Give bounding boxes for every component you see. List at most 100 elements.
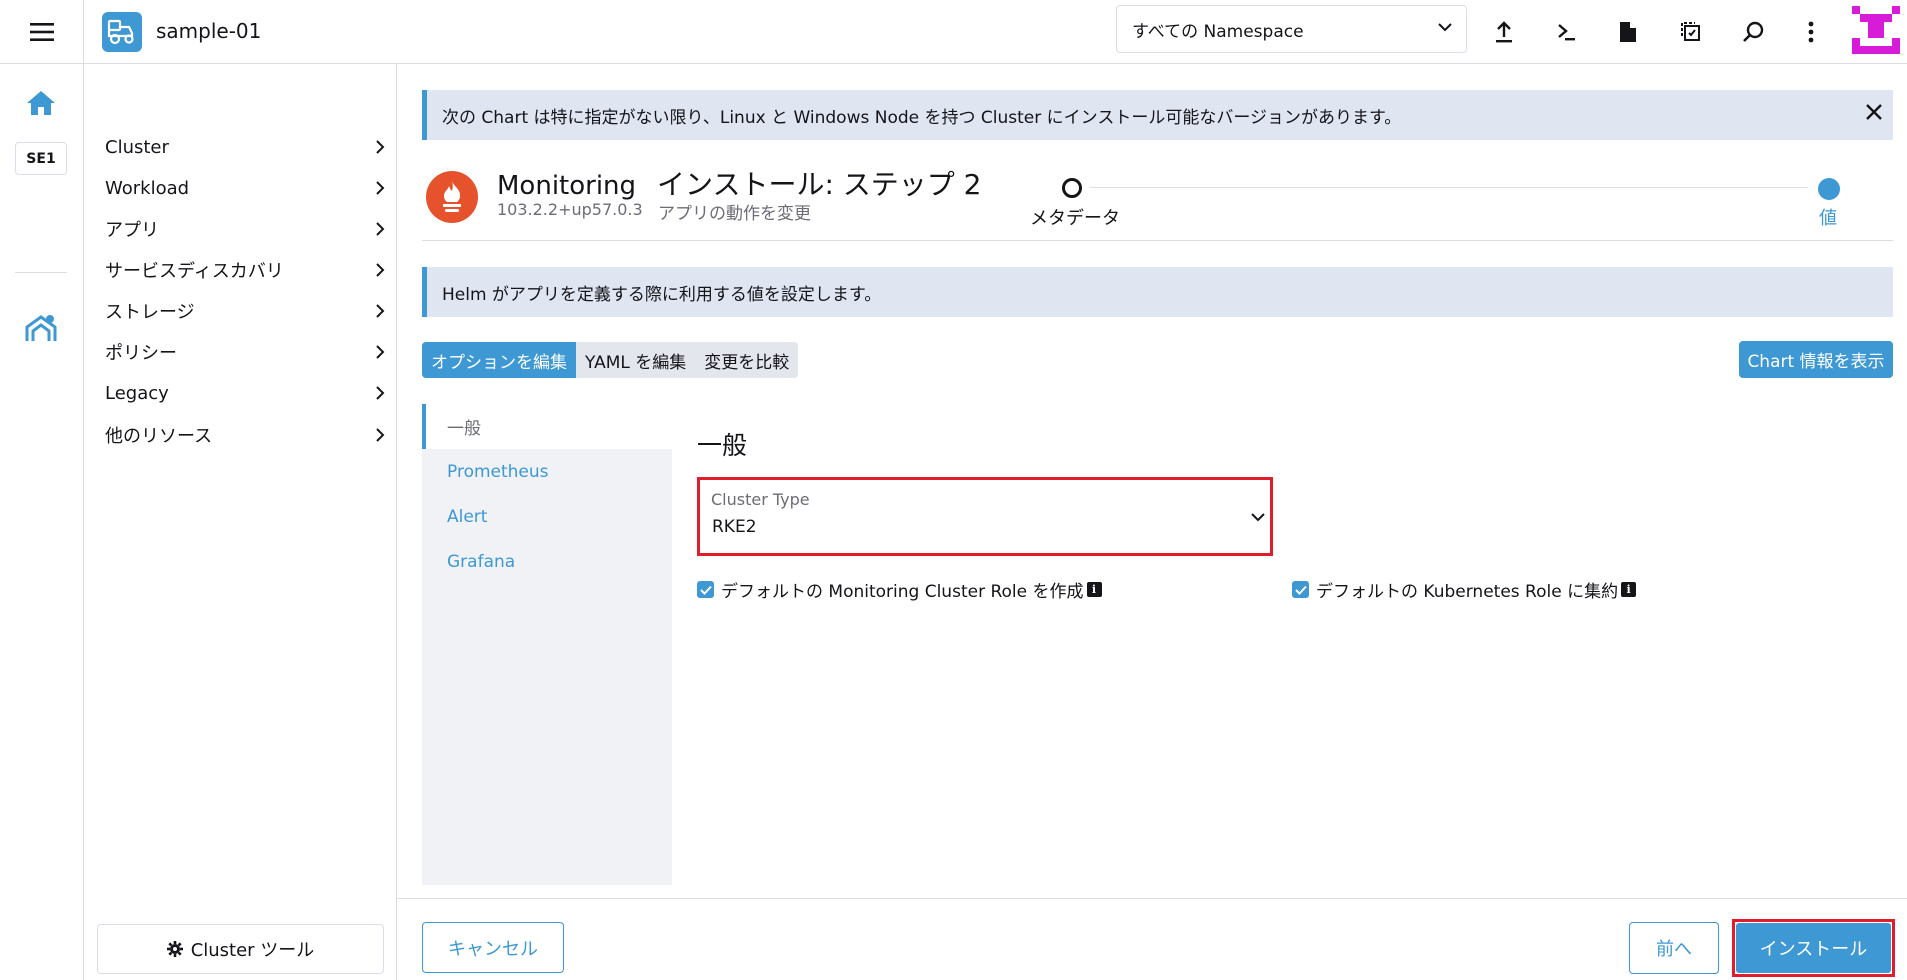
footer-divider: [397, 898, 1907, 899]
user-avatar[interactable]: [1852, 6, 1900, 54]
namespace-select[interactable]: すべての Namespace: [1116, 5, 1467, 53]
cluster-tools-label: Cluster ツール: [190, 940, 315, 961]
chart-version: 103.2.2+up57.0.3: [497, 200, 643, 219]
identicon-avatar-icon: [1852, 6, 1900, 54]
install-button[interactable]: インストール: [1736, 923, 1891, 973]
chevron-right-icon: [376, 428, 385, 442]
download-kubeconfig-button[interactable]: [1608, 12, 1648, 52]
kebab-menu-icon: [1808, 21, 1814, 43]
kubectl-shell-button[interactable]: [1546, 12, 1586, 52]
cluster-name: sample-01: [156, 19, 262, 43]
banner-text: 次の Chart は特に指定がない限り、Linux と Windows Node…: [442, 107, 1402, 128]
chevron-right-icon: [376, 181, 385, 195]
nav-item-more-resources[interactable]: 他のリソース: [105, 418, 385, 452]
vtab-alert[interactable]: Alert: [422, 494, 672, 539]
checkbox-label: デフォルトの Kubernetes Role に集約: [1316, 582, 1619, 602]
nav-item-workload[interactable]: Workload: [105, 171, 385, 205]
terminal-icon: [1558, 24, 1575, 41]
chevron-right-icon: [376, 222, 385, 236]
info-text: Helm がアプリを定義する際に利用する値を設定します。: [442, 284, 882, 305]
cluster-type-value: RKE2: [712, 517, 757, 537]
create-monitoring-cluster-role-checkbox[interactable]: [697, 581, 714, 598]
gear-icon: [166, 941, 183, 957]
vtab-general[interactable]: 一般: [422, 404, 672, 449]
marketplace-button[interactable]: [24, 313, 58, 343]
cluster-tools-button[interactable]: Cluster ツール: [97, 924, 384, 974]
tab-compare-changes[interactable]: 変更を比較: [695, 342, 798, 378]
cluster-rail: [0, 64, 84, 980]
wizard-step-metadata-label[interactable]: メタデータ: [1030, 204, 1120, 230]
namespace-select-value: すべての Namespace: [1132, 21, 1304, 42]
chevron-down-icon: [1438, 23, 1452, 32]
cancel-button[interactable]: キャンセル: [422, 922, 564, 973]
nav-item-label: ポリシー: [105, 343, 177, 364]
file-icon: [1620, 22, 1636, 42]
wizard-step-metadata-indicator[interactable]: [1062, 178, 1082, 198]
checkbox-label: デフォルトの Monitoring Cluster Role を作成: [721, 582, 1084, 602]
checkmark-icon: [1294, 585, 1307, 595]
tab-edit-options[interactable]: オプションを編集: [422, 342, 576, 378]
upload-icon: [1496, 21, 1512, 43]
more-actions-button[interactable]: [1791, 12, 1831, 52]
nav-item-policy[interactable]: ポリシー: [105, 335, 385, 369]
nav-item-cluster[interactable]: Cluster: [105, 130, 385, 164]
chevron-right-icon: [376, 140, 385, 154]
checkmark-icon: [699, 585, 712, 595]
cluster-logo[interactable]: [102, 12, 142, 52]
hamburger-icon: [29, 23, 54, 41]
nav-item-apps[interactable]: アプリ: [105, 212, 385, 246]
nav-item-label: Legacy: [105, 382, 169, 404]
aggregate-kubernetes-roles-checkbox[interactable]: [1292, 581, 1309, 598]
import-yaml-button[interactable]: [1484, 12, 1524, 52]
chart-name: Monitoring: [497, 171, 637, 201]
nav-item-label: 他のリソース: [105, 426, 213, 447]
copy-icon: [1681, 22, 1700, 41]
vtab-prometheus[interactable]: Prometheus: [422, 449, 672, 494]
nav-item-label: アプリ: [105, 220, 159, 241]
chevron-down-icon: [1251, 513, 1265, 522]
wizard-progress-line: [1090, 187, 1808, 188]
info-icon[interactable]: i: [1086, 582, 1102, 597]
flame-icon: [443, 181, 461, 212]
close-icon[interactable]: [1865, 103, 1883, 121]
home-button[interactable]: [26, 90, 56, 116]
home-icon: [27, 91, 55, 115]
os-compat-banner: 次の Chart は特に指定がない限り、Linux と Windows Node…: [422, 90, 1893, 140]
create-monitoring-cluster-role-option: デフォルトの Monitoring Cluster Role を作成 i: [697, 577, 1102, 602]
tab-edit-yaml[interactable]: YAML を編集: [576, 342, 695, 378]
marketplace-icon: [25, 315, 57, 341]
edit-mode-tabs: オプションを編集 YAML を編集 変更を比較: [422, 342, 799, 378]
prometheus-logo: [426, 171, 478, 223]
helm-values-info: Helm がアプリを定義する際に利用する値を設定します。: [422, 267, 1893, 317]
nav-item-legacy[interactable]: Legacy: [105, 376, 385, 410]
nav-item-storage[interactable]: ストレージ: [105, 294, 385, 328]
wizard-step-values-indicator: [1818, 178, 1840, 200]
cluster-badge-se1[interactable]: SE1: [15, 142, 67, 175]
hamburger-menu-button[interactable]: [0, 0, 84, 64]
cluster-type-label: Cluster Type: [711, 490, 810, 509]
chevron-right-icon: [376, 345, 385, 359]
vtab-grafana[interactable]: Grafana: [422, 539, 672, 584]
section-title: 一般: [697, 431, 748, 460]
title-divider: [422, 240, 1893, 241]
info-icon[interactable]: i: [1621, 582, 1637, 597]
show-chart-info-button[interactable]: Chart 情報を表示: [1739, 341, 1893, 378]
chevron-right-icon: [376, 263, 385, 277]
cluster-tractor-icon: [107, 19, 134, 45]
previous-button[interactable]: 前へ: [1629, 922, 1719, 974]
rail-divider: [15, 272, 67, 273]
nav-item-label: Cluster: [105, 136, 169, 158]
step-subtitle: アプリの動作を変更: [658, 204, 811, 224]
resource-search-button[interactable]: [1733, 12, 1773, 52]
side-navigation: Cluster Workload アプリ サービスディスカバリ ストレージ ポリ…: [85, 64, 397, 980]
chevron-right-icon: [376, 386, 385, 400]
chevron-right-icon: [376, 304, 385, 318]
cluster-type-select[interactable]: [697, 477, 1273, 556]
wizard-step-values-label: 値: [1819, 208, 1837, 229]
values-section-tabs: 一般 Prometheus Alert Grafana: [422, 404, 672, 885]
nav-item-service-discovery[interactable]: サービスディスカバリ: [105, 253, 385, 287]
search-icon: [1743, 21, 1764, 42]
nav-item-label: Workload: [105, 177, 190, 199]
copy-kubeconfig-button[interactable]: [1671, 12, 1711, 52]
nav-item-label: サービスディスカバリ: [105, 261, 284, 282]
